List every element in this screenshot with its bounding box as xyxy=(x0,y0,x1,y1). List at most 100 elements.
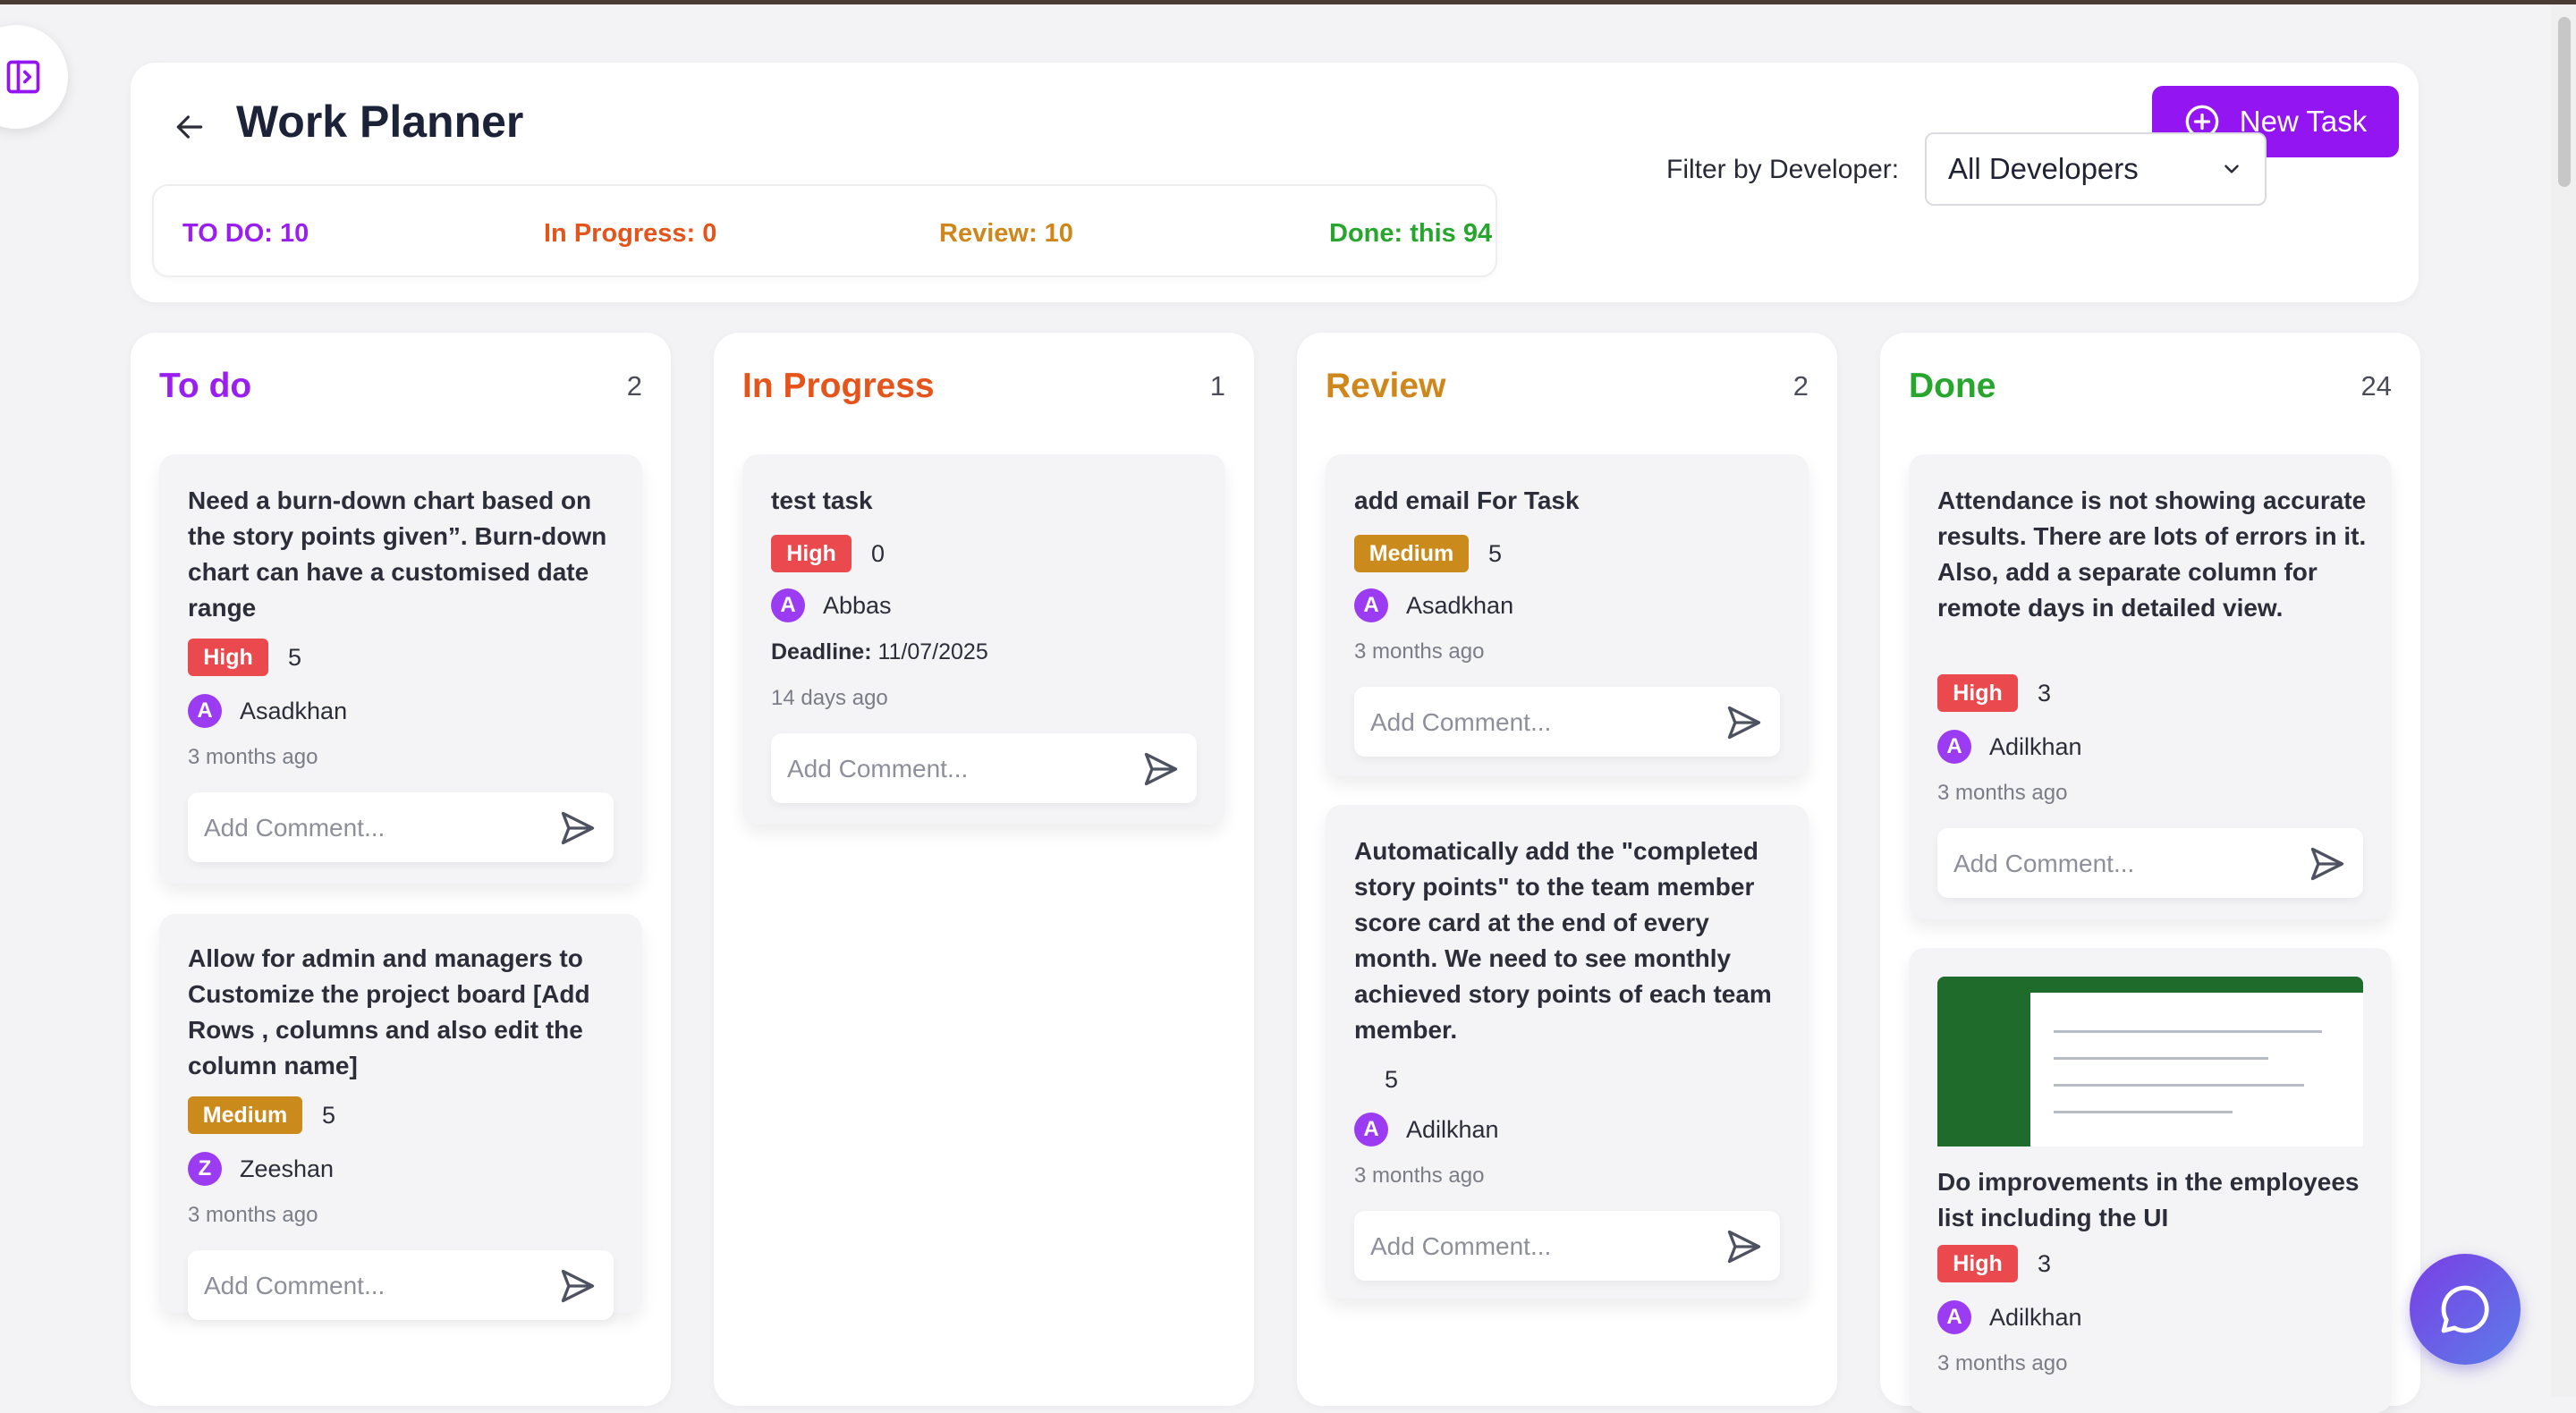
developer-filter-select[interactable]: All Developers xyxy=(1925,132,2267,206)
avatar: A xyxy=(1937,730,1971,764)
column-review: Review 2 add email For Task Medium 5 A A… xyxy=(1297,333,1837,1406)
chat-button[interactable] xyxy=(2410,1254,2521,1365)
arrow-left-icon xyxy=(176,115,203,139)
comment-input[interactable] xyxy=(785,733,1111,805)
avatar: Z xyxy=(188,1152,222,1186)
priority-badge: High xyxy=(188,639,268,676)
filter-selected-value: All Developers xyxy=(1948,152,2139,185)
timestamp: 14 days ago xyxy=(771,686,888,710)
comment-input[interactable] xyxy=(1368,1211,1694,1282)
task-title: test task xyxy=(771,487,873,514)
task-title: Do improvements in the employees list in… xyxy=(1937,1168,2360,1231)
timestamp: 3 months ago xyxy=(1937,1351,2068,1375)
send-icon xyxy=(1144,752,1178,786)
task-card[interactable]: Attendance is not showing accurate resul… xyxy=(1909,454,2392,919)
comment-input[interactable] xyxy=(202,1250,528,1322)
column-count: 1 xyxy=(1209,370,1225,402)
column-title: To do xyxy=(159,367,252,405)
task-card[interactable]: test task High 0 A Abbas Deadline: 11/07… xyxy=(742,454,1225,825)
comment-box xyxy=(1937,828,2363,900)
sidebar-toggle-button[interactable] xyxy=(0,25,68,129)
send-icon xyxy=(1727,706,1761,740)
story-points: 3 xyxy=(2038,680,2052,706)
task-card[interactable]: Need a burn-down chart based on the stor… xyxy=(159,454,642,884)
comment-box xyxy=(1354,1211,1780,1282)
send-comment-button[interactable] xyxy=(1141,749,1181,789)
avatar: A xyxy=(771,588,805,622)
scrollbar[interactable] xyxy=(2551,4,2576,1397)
column-done: Done 24 Attendance is not showing accura… xyxy=(1880,333,2420,1413)
comment-input[interactable] xyxy=(1368,687,1694,758)
send-icon xyxy=(561,811,595,845)
assignee-name: Adilkhan xyxy=(1406,1116,1499,1143)
send-icon xyxy=(561,1269,595,1303)
priority-badge: Medium xyxy=(188,1096,302,1134)
timestamp: 3 months ago xyxy=(1354,639,1485,664)
column-count: 2 xyxy=(626,370,642,402)
task-title: add email For Task xyxy=(1354,487,1580,514)
assignee-name: Adilkhan xyxy=(1989,1304,2082,1331)
comment-box xyxy=(771,733,1197,805)
column-in-progress: In Progress 1 test task High 0 A Abbas D… xyxy=(714,333,1254,1406)
task-title: Allow for admin and managers to Customiz… xyxy=(188,944,590,1079)
task-card[interactable]: Allow for admin and managers to Customiz… xyxy=(159,914,642,1322)
back-button[interactable] xyxy=(163,100,216,154)
task-card[interactable]: Automatically add the "completed story p… xyxy=(1326,805,1809,1299)
send-icon xyxy=(2310,847,2344,881)
story-points: 5 xyxy=(288,644,302,671)
chat-bubble-icon xyxy=(2441,1285,2489,1333)
assignee-name: Asadkhan xyxy=(240,698,348,724)
task-title: Need a burn-down chart based on the stor… xyxy=(188,487,607,622)
top-border xyxy=(0,0,2576,4)
story-points: 5 xyxy=(1385,1066,1399,1093)
comment-input[interactable] xyxy=(1952,828,2277,900)
send-comment-button[interactable] xyxy=(558,808,597,848)
send-comment-button[interactable] xyxy=(558,1266,597,1306)
task-card[interactable]: Do improvements in the employees list in… xyxy=(1909,948,2392,1413)
stat-in-progress: In Progress: 0 xyxy=(544,219,717,248)
story-points: 5 xyxy=(322,1102,336,1129)
priority-badge: High xyxy=(771,535,852,572)
send-comment-button[interactable] xyxy=(2308,844,2347,884)
timestamp: 3 months ago xyxy=(1354,1163,1485,1188)
task-attachment-thumbnail[interactable] xyxy=(1937,977,2363,1146)
stat-review: Review: 10 xyxy=(939,219,1073,248)
comment-input[interactable] xyxy=(202,792,528,864)
deadline: Deadline: 11/07/2025 xyxy=(771,639,988,665)
column-count: 2 xyxy=(1792,370,1809,402)
sidebar-expand-icon xyxy=(6,60,40,94)
filter-label: Filter by Developer: xyxy=(1666,155,1900,184)
task-title: Automatically add the "completed story p… xyxy=(1354,837,1772,1044)
avatar: A xyxy=(1937,1300,1971,1334)
column-title: Done xyxy=(1909,367,1996,405)
story-points: 0 xyxy=(871,540,886,567)
task-card[interactable]: add email For Task Medium 5 A Asadkhan 3… xyxy=(1326,454,1809,776)
column-title: In Progress xyxy=(742,367,935,405)
page-title: Work Planner xyxy=(236,97,524,147)
stat-done: Done: this 94 xyxy=(1329,219,1493,248)
timestamp: 3 months ago xyxy=(188,1203,318,1227)
stat-todo: TO DO: 10 xyxy=(182,219,309,248)
timestamp: 3 months ago xyxy=(1937,781,2068,805)
priority-badge: High xyxy=(1937,674,2018,712)
priority-badge: High xyxy=(1937,1245,2018,1282)
send-icon xyxy=(1727,1230,1761,1264)
story-points: 3 xyxy=(2038,1250,2052,1277)
assignee-name: Abbas xyxy=(823,592,892,619)
send-comment-button[interactable] xyxy=(1724,703,1764,742)
avatar: A xyxy=(188,694,222,728)
avatar: A xyxy=(1354,588,1388,622)
deadline-label: Deadline: xyxy=(771,639,872,664)
assignee-name: Asadkhan xyxy=(1406,592,1514,619)
avatar: A xyxy=(1354,1113,1388,1146)
story-points: 5 xyxy=(1488,540,1503,567)
status-summary: TO DO: 10 In Progress: 0 Review: 10 Done… xyxy=(152,184,1497,277)
comment-box xyxy=(1354,687,1780,758)
send-comment-button[interactable] xyxy=(1724,1227,1764,1266)
assignee-name: Zeeshan xyxy=(240,1155,335,1182)
deadline-value: 11/07/2025 xyxy=(871,639,988,664)
task-title: Attendance is not showing accurate resul… xyxy=(1937,487,2367,622)
comment-box xyxy=(188,792,614,864)
scrollbar-thumb[interactable] xyxy=(2558,17,2571,187)
comment-box xyxy=(188,1250,614,1322)
